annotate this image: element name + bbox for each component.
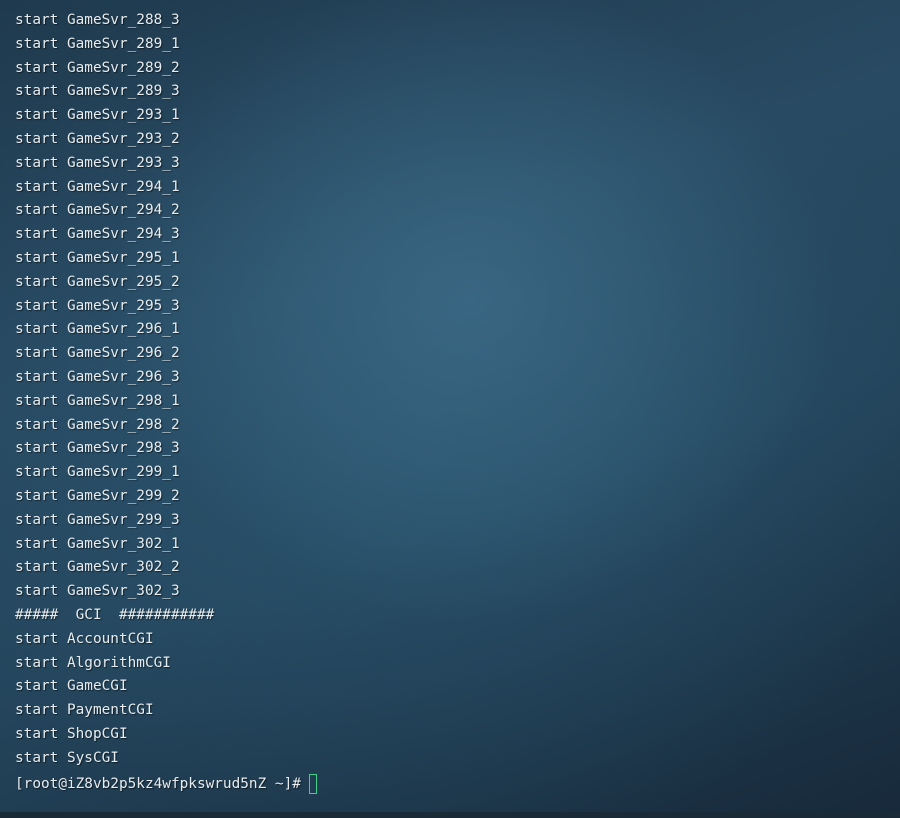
output-line: start GameSvr_289_2	[15, 59, 180, 76]
output-line: start GameSvr_296_1	[15, 321, 180, 338]
output-line: start GameSvr_294_1	[15, 178, 180, 195]
shell-prompt: [root@iZ8vb2p5kz4wfpkswrud5nZ ~]#	[15, 775, 301, 792]
output-line: start GameSvr_299_2	[15, 487, 180, 504]
section-header-line: ##### GCI ###########	[15, 606, 215, 623]
output-line: start GameSvr_295_3	[15, 297, 180, 314]
output-line: start GameSvr_293_2	[15, 130, 180, 147]
output-line: start GameSvr_295_1	[15, 249, 180, 266]
window-bottom-edge	[0, 812, 900, 818]
output-line: start GameSvr_298_2	[15, 416, 180, 433]
command-prompt-line[interactable]: [root@iZ8vb2p5kz4wfpkswrud5nZ ~]#	[15, 771, 900, 797]
output-line: start AccountCGI	[15, 630, 154, 647]
output-line: start SysCGI	[15, 749, 119, 766]
output-line: start GameSvr_294_2	[15, 202, 180, 219]
output-line: start PaymentCGI	[15, 702, 154, 719]
output-line: start GameSvr_295_2	[15, 273, 180, 290]
output-line: start GameSvr_289_1	[15, 35, 180, 52]
output-line: start GameSvr_293_1	[15, 107, 180, 124]
output-line: start GameSvr_296_3	[15, 368, 180, 385]
output-line: start GameSvr_288_3	[15, 12, 180, 28]
output-line: start GameSvr_302_3	[15, 583, 180, 600]
output-line: start GameSvr_302_2	[15, 559, 180, 576]
output-line: start GameSvr_299_3	[15, 511, 180, 528]
output-line: start GameSvr_289_3	[15, 83, 180, 100]
output-line: start ShopCGI	[15, 725, 128, 742]
output-line: start AlgorithmCGI	[15, 654, 171, 671]
output-line: start GameSvr_298_3	[15, 440, 180, 457]
output-line: start GameSvr_302_1	[15, 535, 180, 552]
output-line: start GameSvr_294_3	[15, 226, 180, 243]
output-line: start GameSvr_298_1	[15, 392, 180, 409]
terminal-window[interactable]: start GameSvr_288_3 start GameSvr_289_1 …	[0, 0, 900, 818]
output-line: start GameCGI	[15, 678, 128, 695]
output-line: start GameSvr_299_1	[15, 464, 180, 481]
output-line: start GameSvr_293_3	[15, 154, 180, 171]
text-cursor[interactable]	[308, 773, 317, 794]
output-line: start GameSvr_296_2	[15, 345, 180, 362]
